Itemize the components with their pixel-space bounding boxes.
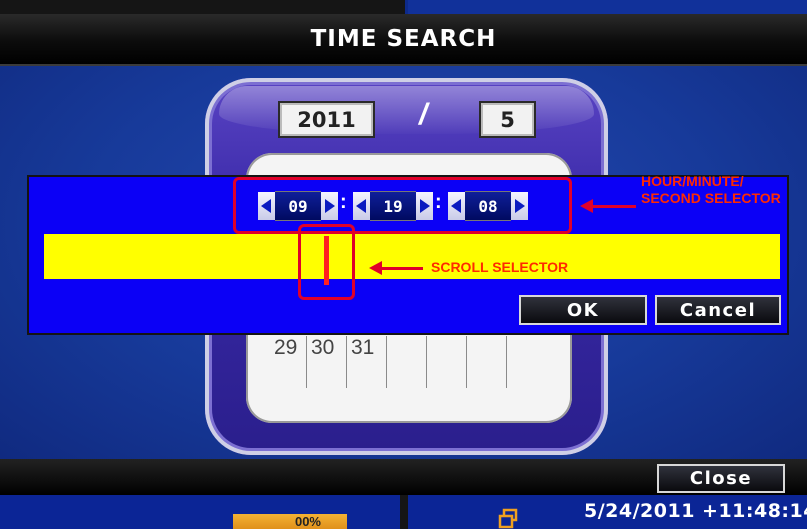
datetime-display: 5/24/2011 +11:48:14 bbox=[584, 500, 807, 522]
scroll-selector-annotation: SCROLL SELECTOR bbox=[431, 259, 569, 275]
dialog-title: TIME SEARCH bbox=[310, 26, 497, 52]
day-cell[interactable]: 29 bbox=[270, 336, 306, 388]
month-field[interactable]: 5 bbox=[479, 101, 536, 138]
day-cell-empty[interactable] bbox=[426, 336, 466, 388]
progress-indicator: 00% bbox=[233, 514, 347, 529]
copy-icon[interactable] bbox=[498, 508, 518, 529]
title-bar: TIME SEARCH bbox=[0, 14, 807, 66]
top-strip bbox=[0, 0, 807, 14]
cancel-button[interactable]: Cancel bbox=[655, 295, 781, 325]
ok-button[interactable]: OK bbox=[519, 295, 647, 325]
close-button[interactable]: Close bbox=[657, 464, 785, 493]
top-right-panel bbox=[408, 0, 807, 14]
scroll-selector-highlight bbox=[298, 224, 355, 300]
time-selector-highlight bbox=[233, 177, 572, 234]
scroll-selector-bar[interactable] bbox=[44, 234, 780, 279]
annotation-arrow-icon bbox=[580, 199, 636, 213]
calendar-gloss bbox=[219, 86, 594, 134]
calendar-row: 29 30 31 bbox=[270, 336, 550, 388]
time-selector-annotation: HOUR/MINUTE/ SECOND SELECTOR bbox=[641, 173, 781, 206]
date-separator: / bbox=[419, 98, 428, 131]
day-cell-empty[interactable] bbox=[466, 336, 506, 388]
annotation-arrow-icon bbox=[369, 261, 423, 275]
year-field[interactable]: 2011 bbox=[278, 101, 375, 138]
status-divider bbox=[400, 495, 408, 529]
day-cell[interactable]: 30 bbox=[306, 336, 346, 388]
day-cell-empty[interactable] bbox=[506, 336, 546, 388]
day-cell-empty[interactable] bbox=[386, 336, 426, 388]
day-cell[interactable]: 31 bbox=[346, 336, 386, 388]
